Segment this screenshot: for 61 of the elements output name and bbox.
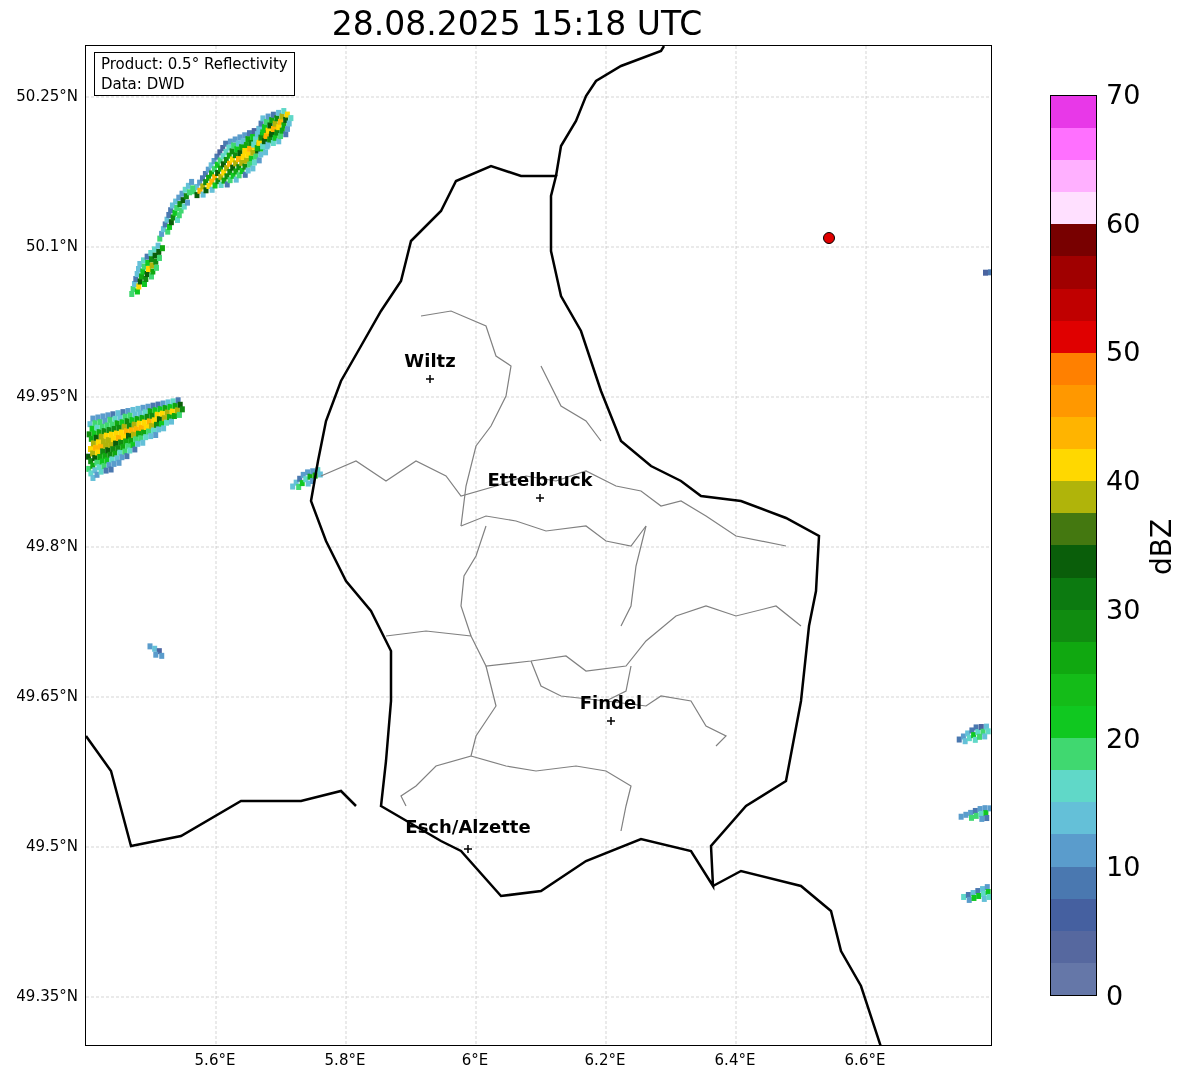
longitude-tick-label: 6°E bbox=[461, 1051, 489, 1069]
colorbar-segment bbox=[1051, 930, 1096, 963]
colorbar-segment bbox=[1051, 770, 1096, 803]
colorbar-segment bbox=[1051, 802, 1096, 835]
colorbar-segment bbox=[1051, 192, 1096, 225]
colorbar-segment bbox=[1051, 481, 1096, 514]
colorbar-segment bbox=[1051, 962, 1096, 995]
latitude-tick-label: 49.65°N bbox=[16, 687, 78, 705]
colorbar-segment bbox=[1051, 738, 1096, 771]
city-label: Wiltz bbox=[404, 351, 456, 371]
longitude-tick-label: 6.2°E bbox=[584, 1051, 626, 1069]
colorbar-segment bbox=[1051, 128, 1096, 161]
colorbar-segment bbox=[1051, 224, 1096, 257]
colorbar-tick-label: 30 bbox=[1106, 594, 1141, 625]
longitude-tick-label: 5.6°E bbox=[194, 1051, 236, 1069]
longitude-tick-label: 6.6°E bbox=[844, 1051, 886, 1069]
city-marker-icon bbox=[463, 844, 473, 854]
colorbar-segment bbox=[1051, 95, 1096, 129]
colorbar-segment bbox=[1051, 256, 1096, 289]
latitude-tick-label: 50.1°N bbox=[25, 237, 78, 255]
city-label: Findel bbox=[579, 693, 643, 713]
colorbar-segment bbox=[1051, 609, 1096, 642]
colorbar-segment bbox=[1051, 866, 1096, 899]
colorbar-segment bbox=[1051, 577, 1096, 610]
colorbar-segment bbox=[1051, 898, 1096, 931]
colorbar-tick-label: 40 bbox=[1106, 466, 1141, 497]
city-marker-icon bbox=[425, 374, 435, 384]
colorbar-segment bbox=[1051, 449, 1096, 482]
longitude-tick-label: 6.4°E bbox=[714, 1051, 756, 1069]
info-text: Data: DWD bbox=[101, 74, 186, 94]
longitude-tick-label: 5.8°E bbox=[324, 1051, 366, 1069]
colorbar-segment bbox=[1051, 417, 1096, 450]
latitude-tick-label: 49.8°N bbox=[25, 537, 78, 555]
colorbar-segment bbox=[1051, 352, 1096, 385]
colorbar-segment bbox=[1051, 160, 1096, 193]
colorbar-tick-label: 10 bbox=[1106, 852, 1141, 883]
city-marker-icon bbox=[606, 716, 616, 726]
radar-site-dot bbox=[823, 232, 835, 244]
info-text: Product: 0.5° Reflectivity bbox=[101, 54, 288, 74]
latitude-tick-label: 49.5°N bbox=[25, 837, 78, 855]
colorbar-segment bbox=[1051, 641, 1096, 674]
colorbar-segment bbox=[1051, 288, 1096, 321]
latitude-tick-label: 49.35°N bbox=[16, 987, 78, 1005]
chart-title: 28.08.2025 15:18 UTC bbox=[331, 4, 703, 44]
colorbar-segment bbox=[1051, 320, 1096, 353]
latitude-tick-label: 50.25°N bbox=[16, 87, 78, 105]
colorbar-tick-label: 0 bbox=[1106, 981, 1124, 1011]
colorbar-tick-label: 60 bbox=[1106, 208, 1141, 239]
latitude-tick-label: 49.95°N bbox=[16, 387, 78, 405]
colorbar-segment bbox=[1051, 513, 1096, 546]
colorbar-label: dBZ bbox=[1146, 518, 1178, 575]
colorbar-segment bbox=[1051, 673, 1096, 706]
colorbar-tick-label: 20 bbox=[1106, 723, 1141, 754]
colorbar-segment bbox=[1051, 545, 1096, 578]
city-label: Ettelbruck bbox=[487, 470, 593, 490]
colorbar-tick-label: 70 bbox=[1106, 80, 1141, 110]
colorbar-segment bbox=[1051, 384, 1096, 418]
colorbar-segment bbox=[1051, 706, 1096, 739]
colorbar-tick-label: 50 bbox=[1106, 337, 1141, 368]
city-marker-icon bbox=[535, 493, 545, 503]
colorbar-segment bbox=[1051, 834, 1096, 867]
